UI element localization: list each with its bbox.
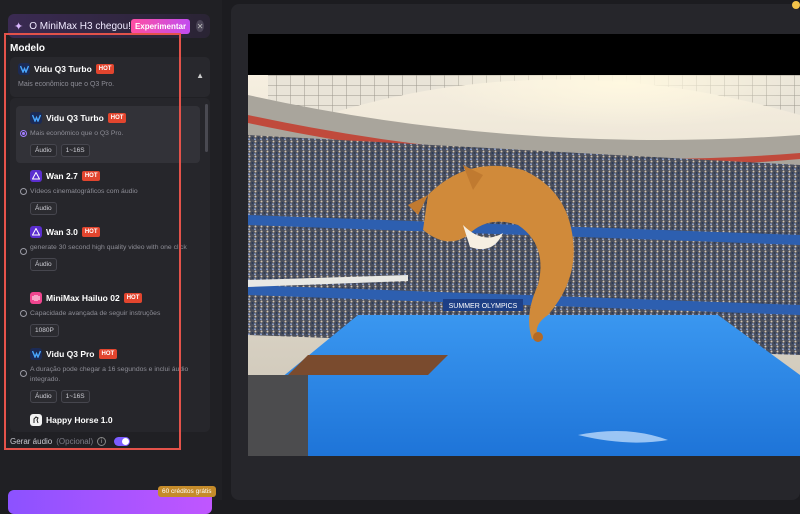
wan-logo-icon [30, 226, 42, 238]
radio[interactable] [20, 310, 27, 317]
tag: Áudio [30, 202, 57, 215]
tag: Áudio [30, 258, 57, 271]
tag: Áudio [30, 390, 57, 403]
sparkle-icon: ✦ [14, 20, 24, 33]
banner-text: O MiniMax H3 chegou! [29, 20, 131, 32]
tag: 1~16S [60, 390, 90, 403]
venue-banner-text: SUMMER OLYMPICS [449, 303, 518, 310]
vidu-logo-icon [18, 63, 30, 75]
try-button[interactable]: Experimentar [130, 18, 191, 34]
minimax-logo-icon [30, 292, 42, 304]
radio[interactable] [20, 248, 27, 255]
optional-label: (Opcional) [56, 437, 94, 446]
option-desc: Capacidade avançada de seguir instruções [30, 310, 161, 317]
radio-selected[interactable] [20, 130, 27, 137]
hot-badge: HOT [95, 64, 115, 74]
tag: 1~16S [60, 144, 90, 157]
radio[interactable] [20, 188, 27, 195]
left-panel: ✦ O MiniMax H3 chegou! Experimentar ✕ Mo… [0, 0, 222, 514]
horse-logo-icon [30, 414, 42, 426]
hot-badge: HOT [107, 113, 127, 123]
hot-badge: HOT [81, 227, 101, 237]
announcement-banner: ✦ O MiniMax H3 chegou! Experimentar ✕ [8, 14, 210, 38]
model-option[interactable]: Wan 2.7 HOT Vídeos cinematográficos com … [16, 164, 200, 221]
option-desc: A duração pode chegar a 16 segundos e in… [30, 366, 189, 383]
option-name: MiniMax Hailuo 02 [46, 293, 120, 303]
vidu-logo-icon [30, 112, 42, 124]
info-icon[interactable]: i [97, 437, 107, 446]
hot-badge: HOT [123, 293, 143, 303]
hot-badge: HOT [81, 171, 101, 181]
model-option[interactable]: Vidu Q3 Pro HOT A duração pode chegar a … [16, 342, 200, 409]
status-dot [792, 1, 800, 9]
option-desc: generate 30 second high quality video wi… [30, 244, 187, 251]
model-option[interactable]: Vidu Q3 Turbo HOT Mais econômico que o Q… [16, 106, 200, 163]
tag: 1080P [30, 324, 59, 337]
model-option[interactable]: MiniMax Hailuo 02 HOT Capacidade avançad… [16, 286, 200, 343]
model-section-label: Modelo [10, 43, 45, 54]
option-name: Happy Horse 1.0 [46, 415, 113, 425]
tag: Áudio [30, 144, 57, 157]
credits-badge: 60 créditos grátis [158, 486, 216, 497]
wan-logo-icon [30, 170, 42, 182]
chevron-up-icon[interactable]: ▲ [196, 71, 204, 80]
model-selector[interactable]: Vidu Q3 Turbo HOT Mais econômico que o Q… [10, 57, 210, 97]
radio[interactable] [20, 370, 27, 377]
option-name: Vidu Q3 Pro [46, 349, 95, 359]
option-name: Wan 3.0 [46, 227, 78, 237]
option-name: Wan 2.7 [46, 171, 78, 181]
vidu-logo-icon [30, 348, 42, 360]
audio-toggle[interactable] [114, 437, 131, 446]
audio-label: Gerar áudio [10, 437, 53, 446]
option-name: Vidu Q3 Turbo [46, 113, 104, 123]
model-option[interactable]: Happy Horse 1.0 [16, 408, 200, 432]
close-icon[interactable]: ✕ [196, 20, 204, 32]
option-desc: Vídeos cinematográficos com áudio [30, 188, 138, 195]
model-dropdown: Vidu Q3 Turbo HOT Mais econômico que o Q… [10, 98, 210, 432]
model-option[interactable]: Wan 3.0 HOT generate 30 second high qual… [16, 220, 200, 277]
hot-badge: HOT [98, 349, 118, 359]
audio-toggle-row: Gerar áudio (Opcional) i [10, 437, 131, 446]
selected-model-name: Vidu Q3 Turbo [34, 64, 92, 74]
video-preview[interactable]: SUMMER OLYMPICS [248, 34, 800, 456]
scrollbar[interactable] [205, 104, 208, 152]
option-desc: Mais econômico que o Q3 Pro. [30, 130, 124, 137]
video-frame-image: SUMMER OLYMPICS [248, 75, 800, 456]
selected-model-desc: Mais econômico que o Q3 Pro. [18, 81, 115, 88]
